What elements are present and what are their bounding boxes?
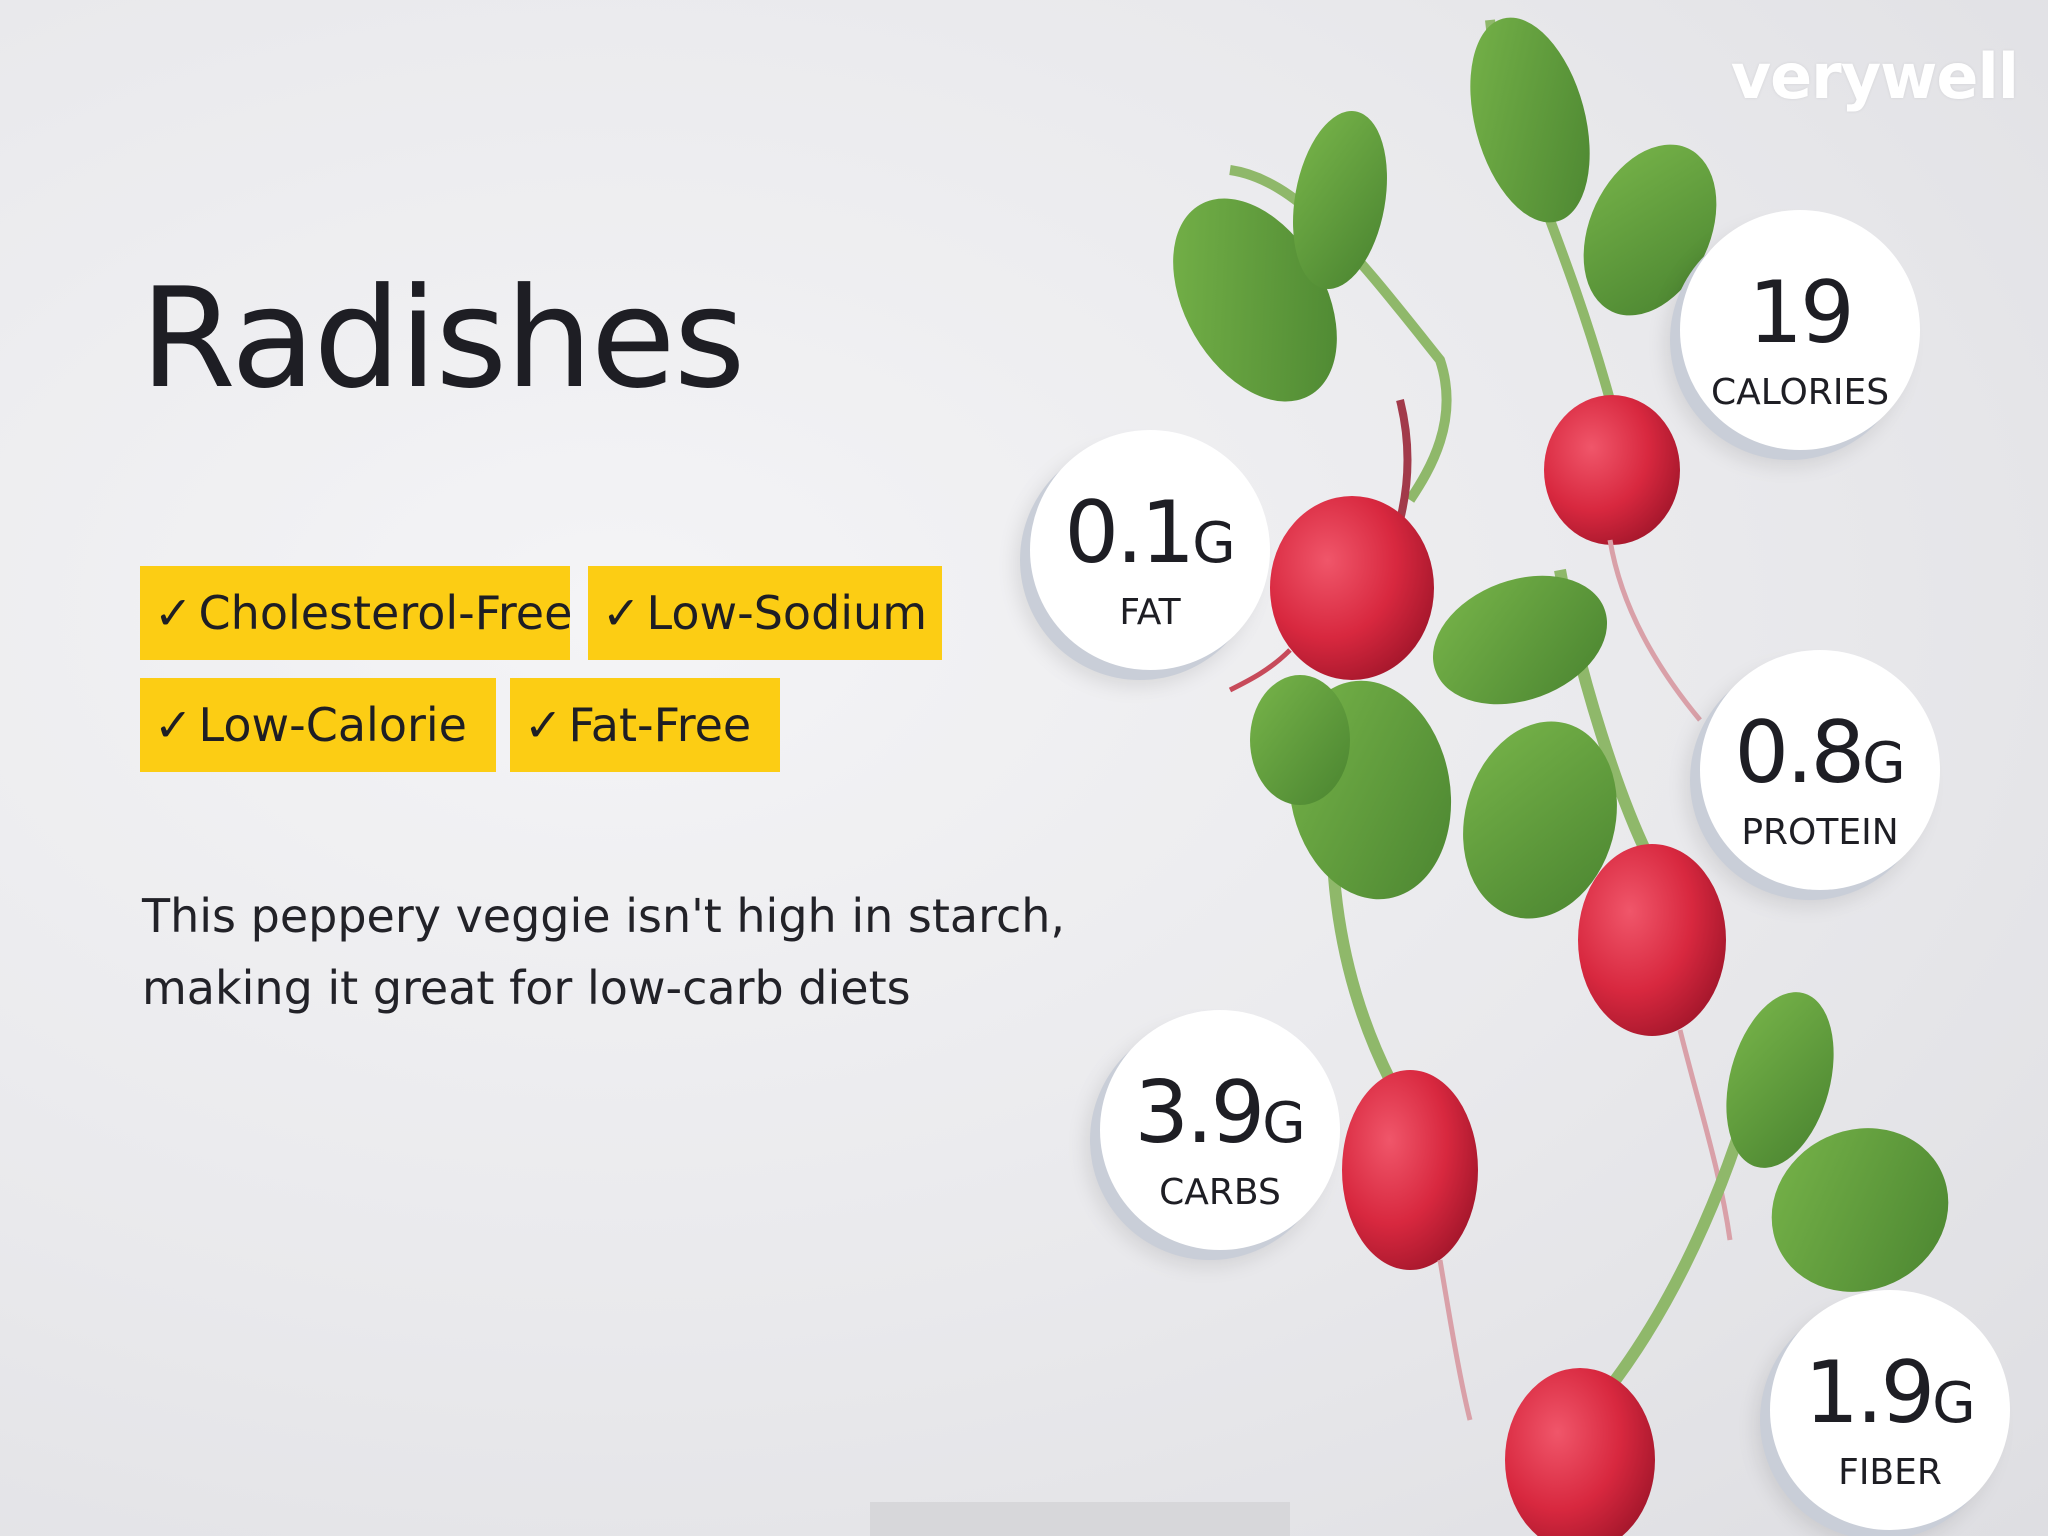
scrollbar-thumb[interactable] (870, 1502, 1290, 1536)
badge-low-calorie: ✓ Low-Calorie (140, 678, 496, 772)
check-icon: ✓ (524, 698, 563, 752)
badge-label: Low-Calorie (198, 698, 467, 752)
nutrient-value: 0.8 (1734, 703, 1865, 803)
nutrient-fiber: 1.9G FIBER (1770, 1290, 2010, 1530)
nutrient-label: FIBER (1838, 1452, 1942, 1493)
nutrient-value: 19 (1748, 263, 1854, 363)
nutrient-carbs: 3.9G CARBS (1100, 1010, 1340, 1250)
check-icon: ✓ (154, 586, 193, 640)
nutrient-protein: 0.8G PROTEIN (1700, 650, 1940, 890)
nutrient-label: CARBS (1159, 1172, 1281, 1213)
page-title: Radishes (140, 258, 746, 419)
nutrient-unit: G (1862, 731, 1906, 796)
nutrient-label: FAT (1119, 592, 1181, 633)
nutrient-unit: G (1262, 1091, 1306, 1156)
badge-cholesterol-free: ✓ Cholesterol-Free (140, 566, 573, 660)
description: This peppery veggie isn't high in starch… (142, 880, 1092, 1024)
nutrient-unit: G (1932, 1371, 1976, 1436)
nutrient-label: CALORIES (1710, 372, 1890, 413)
nutrient-value: 1.9 (1804, 1343, 1935, 1443)
nutrient-value: 3.9 (1134, 1063, 1265, 1163)
nutrient-fat: 0.1G FAT (1030, 430, 1270, 670)
nutrient-unit: G (1192, 511, 1236, 576)
badge-fat-free: ✓ Fat-Free (510, 678, 780, 772)
brand-logo: verywell (1730, 40, 2019, 113)
badge-low-sodium: ✓ Low-Sodium (588, 566, 942, 660)
infographic: verywell Radishes ✓ Cholesterol-Free ✓ Low… (0, 0, 2048, 1536)
badge-label: Fat-Free (568, 698, 752, 752)
badge-label: Low-Sodium (646, 586, 928, 640)
check-icon: ✓ (602, 586, 641, 640)
nutrient-label: PROTEIN (1741, 812, 1899, 853)
description-line-2: making it great for low-carb diets (142, 961, 911, 1015)
badge-label: Cholesterol-Free (198, 586, 573, 640)
description-line-1: This peppery veggie isn't high in starch… (142, 889, 1066, 943)
nutrient-value: 0.1 (1064, 483, 1195, 583)
nutrient-calories: 19 CALORIES (1680, 210, 1920, 450)
check-icon: ✓ (154, 698, 193, 752)
